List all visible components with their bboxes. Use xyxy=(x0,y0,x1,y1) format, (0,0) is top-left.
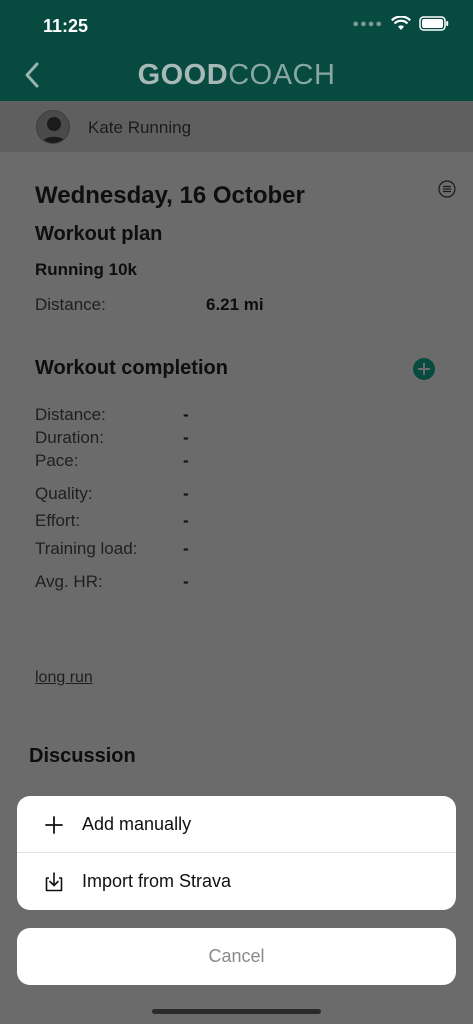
stat-value: - xyxy=(183,405,189,424)
stat-label: Avg. HR: xyxy=(35,572,103,591)
cancel-button[interactable]: Cancel xyxy=(17,928,456,985)
battery-icon xyxy=(419,16,449,31)
user-avatar-icon xyxy=(41,117,67,143)
brand-word-light: COACH xyxy=(228,59,336,91)
action-sheet: Add manually Import from Strava xyxy=(17,796,456,910)
workout-plan-heading: Workout plan xyxy=(35,223,163,245)
stat-label: Training load: xyxy=(35,539,138,558)
stat-value: - xyxy=(183,511,189,530)
workout-date: Wednesday, 16 October xyxy=(35,182,305,209)
import-icon xyxy=(45,872,63,892)
import-strava-label: Import from Strava xyxy=(82,871,232,891)
menu-icon[interactable] xyxy=(438,180,456,198)
wifi-icon xyxy=(391,16,411,30)
stat-value: - xyxy=(183,428,189,447)
app-logo: GOODCOACH xyxy=(0,59,473,92)
add-manually-option[interactable]: Add manually xyxy=(17,796,456,853)
stat-label: Quality: xyxy=(35,484,93,503)
brand-word-bold: GOOD xyxy=(137,59,229,91)
home-indicator[interactable] xyxy=(152,1009,321,1014)
plus-icon xyxy=(45,816,63,834)
add-manually-label: Add manually xyxy=(82,814,192,834)
status-icons: ●●●● xyxy=(352,16,449,31)
discussion-heading: Discussion xyxy=(29,745,136,767)
athlete-row[interactable]: Kate Running xyxy=(0,101,473,152)
workout-plan-name: Running 10k xyxy=(35,260,138,279)
stat-label: Duration: xyxy=(35,428,104,447)
plan-distance-label: Distance: xyxy=(35,295,106,314)
stat-label: Effort: xyxy=(35,511,81,530)
stat-value: - xyxy=(183,484,189,503)
avatar xyxy=(36,110,70,144)
stat-value: - xyxy=(183,539,189,558)
stat-value: - xyxy=(183,451,189,470)
workout-completion-heading: Workout completion xyxy=(35,357,228,379)
athlete-name: Kate Running xyxy=(88,118,192,137)
import-strava-option[interactable]: Import from Strava xyxy=(17,853,456,910)
stat-label: Distance: xyxy=(35,405,106,424)
add-completion-button[interactable] xyxy=(413,358,435,380)
app-header: 11:25 ●●●● GOODCOACH xyxy=(0,0,473,101)
status-time: 11:25 xyxy=(43,16,89,36)
stat-value: - xyxy=(183,572,189,591)
workout-tag-link[interactable]: long run xyxy=(35,669,93,687)
cellular-signal-icon: ●●●● xyxy=(352,17,383,30)
plan-distance-value: 6.21 mi xyxy=(206,295,264,314)
stat-label: Pace: xyxy=(35,451,79,470)
